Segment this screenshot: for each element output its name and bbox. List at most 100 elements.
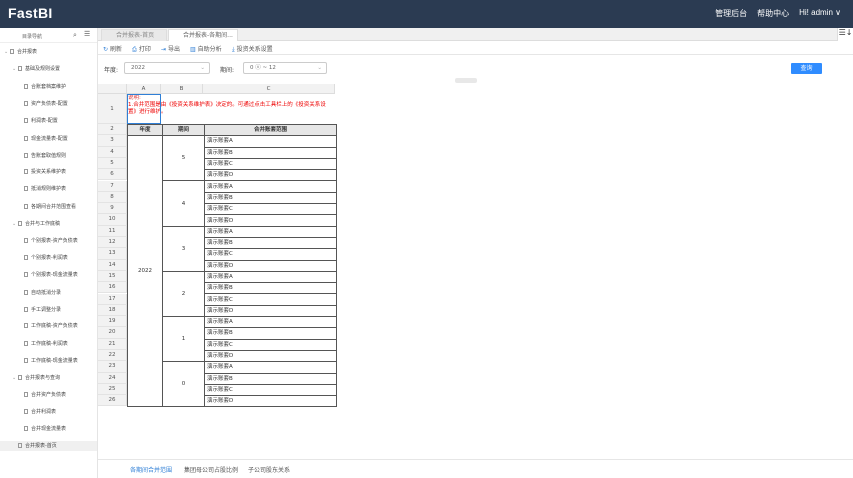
account-cell[interactable]: 演示账套B xyxy=(204,236,337,250)
sheet-tab-ownership[interactable]: 集团母公司占股比例 xyxy=(184,465,238,474)
row-header[interactable]: 15 xyxy=(98,270,127,283)
sidebar-item[interactable]: 合账套档案维护 xyxy=(24,82,66,92)
row-header[interactable]: 25 xyxy=(98,383,127,396)
account-cell[interactable]: 演示账套A xyxy=(204,180,337,193)
period-cell[interactable]: 4 xyxy=(162,180,205,227)
sidebar-item[interactable]: ⌄ 合并报表与查询 xyxy=(12,373,60,383)
sidebar-item[interactable]: 自动抵消分录 xyxy=(24,288,61,298)
column-header-b[interactable]: B xyxy=(161,84,203,94)
invest-setting-button[interactable]: ⤓ 投资关系设置 xyxy=(232,44,273,54)
account-cell[interactable]: 演示账套A xyxy=(204,225,337,238)
period-cell[interactable]: 0 xyxy=(162,361,205,408)
account-cell[interactable]: 演示账套A xyxy=(204,316,337,329)
period-cell[interactable]: 1 xyxy=(162,316,205,363)
row-header[interactable]: 4 xyxy=(98,146,127,158)
sidebar-item[interactable]: 告账套取值规则 xyxy=(24,151,66,161)
row-header[interactable]: 18 xyxy=(98,304,127,317)
row-header[interactable]: 19 xyxy=(98,316,127,328)
period-cell[interactable]: 5 xyxy=(162,135,205,182)
period-cell[interactable]: 3 xyxy=(162,225,205,272)
sidebar-item[interactable]: 个别报表-利润表 xyxy=(24,253,68,263)
row-header[interactable]: 12 xyxy=(98,237,127,249)
row-header[interactable]: 20 xyxy=(98,327,127,339)
year-select[interactable]: 2022 ⌄ xyxy=(124,62,210,74)
sidebar-item[interactable]: 各期间合并范围查看 xyxy=(24,202,76,212)
period-cell[interactable]: 2 xyxy=(162,270,205,318)
account-cell[interactable]: 演示账套B xyxy=(204,372,337,385)
refresh-button[interactable]: ↻ 刷新 xyxy=(103,44,122,53)
account-cell[interactable]: 演示账套D xyxy=(204,214,337,227)
account-cell[interactable]: 演示账套C xyxy=(204,157,337,171)
sidebar-item[interactable]: ⌄ 基础及规则设置 xyxy=(12,64,60,74)
sidebar-item[interactable]: 工作底稿-现金流量表 xyxy=(24,356,78,366)
year-cell[interactable]: 2022 xyxy=(127,135,163,408)
sidebar-item[interactable]: 个别报表-现金流量表 xyxy=(24,270,78,280)
row-header[interactable]: 9 xyxy=(98,203,127,215)
query-button[interactable]: 查询 xyxy=(791,63,822,74)
collapse-handle[interactable] xyxy=(455,78,477,83)
account-cell[interactable]: 演示账套D xyxy=(204,259,337,272)
account-cell[interactable]: 演示账套B xyxy=(204,327,337,340)
row-header[interactable]: 22 xyxy=(98,350,127,362)
sidebar-item[interactable]: 合并利润表 xyxy=(24,407,56,417)
tab-menu-icon[interactable]: ☰↓ xyxy=(837,28,853,41)
menu-toggle-icon[interactable]: ☰ xyxy=(84,30,90,38)
sidebar-item[interactable]: 现金流量表-配置 xyxy=(24,134,68,144)
admin-link[interactable]: 管理后台 xyxy=(715,8,747,19)
sidebar-item[interactable]: 工作底稿-资产负债表 xyxy=(24,321,78,331)
sidebar-item[interactable]: 个别报表-资产负债表 xyxy=(24,236,78,246)
account-cell[interactable]: 演示账套C xyxy=(204,383,337,397)
row-header[interactable]: 24 xyxy=(98,372,127,384)
sidebar-item[interactable]: 资产负债表-配置 xyxy=(24,99,68,109)
period-range-select[interactable]: 0 ⓧ ~ 12 ⌄ xyxy=(243,62,327,74)
sheet-tab-shareholder[interactable]: 子公司股东关系 xyxy=(248,465,290,474)
sidebar-item[interactable]: 抵消规则维护表 xyxy=(24,184,66,194)
sidebar-item[interactable]: 合并现金流量表 xyxy=(24,424,66,434)
account-cell[interactable]: 演示账套A xyxy=(204,361,337,374)
account-cell[interactable]: 演示账套C xyxy=(204,248,337,261)
column-header-a[interactable]: A xyxy=(127,84,161,94)
selected-cell[interactable] xyxy=(127,94,161,124)
row-header[interactable]: 10 xyxy=(98,214,127,226)
row-header[interactable]: 3 xyxy=(98,135,127,147)
column-header-c[interactable]: C xyxy=(203,84,335,94)
row-header[interactable]: 7 xyxy=(98,180,127,192)
row-header[interactable]: 2 xyxy=(98,124,127,136)
row-header[interactable]: 23 xyxy=(98,361,127,373)
account-cell[interactable]: 演示账套A xyxy=(204,270,337,284)
account-cell[interactable]: 演示账套C xyxy=(204,293,337,306)
sidebar-item[interactable]: 手工调整分录 xyxy=(24,305,61,315)
account-cell[interactable]: 演示账套B xyxy=(204,191,337,205)
row-header[interactable]: 17 xyxy=(98,293,127,305)
row-header[interactable]: 1 xyxy=(98,94,127,124)
account-cell[interactable]: 演示账套D xyxy=(204,304,337,318)
account-cell[interactable]: 演示账套A xyxy=(204,135,337,148)
account-cell[interactable]: 演示账套C xyxy=(204,338,337,351)
account-cell[interactable]: 演示账套B xyxy=(204,282,337,295)
row-header[interactable]: 11 xyxy=(98,225,127,237)
row-header[interactable]: 5 xyxy=(98,157,127,170)
search-icon[interactable]: ⌕ xyxy=(73,31,77,40)
tab-period-scope[interactable]: 合并报表-各期间... xyxy=(168,29,238,41)
account-cell[interactable]: 演示账套D xyxy=(204,169,337,182)
sidebar-item[interactable]: 工作底稿-利润表 xyxy=(24,339,68,349)
row-header[interactable]: 8 xyxy=(98,191,127,204)
row-header[interactable]: 14 xyxy=(98,259,127,271)
sidebar-item[interactable]: 投资关系维护表 xyxy=(24,167,66,177)
sidebar-item[interactable]: 合并资产负债表 xyxy=(24,390,66,400)
row-header[interactable]: 13 xyxy=(98,248,127,260)
row-header[interactable]: 6 xyxy=(98,169,127,181)
sidebar-item[interactable]: 合并报表-首页 xyxy=(0,441,97,451)
self-analysis-button[interactable]: ▥ 自助分析 xyxy=(190,44,222,53)
tab-home[interactable]: 合并报表-首页 xyxy=(101,29,167,41)
row-header[interactable]: 21 xyxy=(98,338,127,350)
print-button[interactable]: ⎙ 打印 xyxy=(132,44,151,54)
account-cell[interactable]: 演示账套D xyxy=(204,395,337,408)
row-header[interactable]: 16 xyxy=(98,282,127,294)
sidebar-item[interactable]: ⌄ 合并与工作底稿 xyxy=(12,219,60,229)
account-cell[interactable]: 演示账套C xyxy=(204,203,337,216)
account-cell[interactable]: 演示账套D xyxy=(204,349,337,363)
user-menu[interactable]: Hi! admin ∨ xyxy=(799,8,841,19)
row-header[interactable]: 26 xyxy=(98,395,127,407)
account-cell[interactable]: 演示账套B xyxy=(204,146,337,159)
